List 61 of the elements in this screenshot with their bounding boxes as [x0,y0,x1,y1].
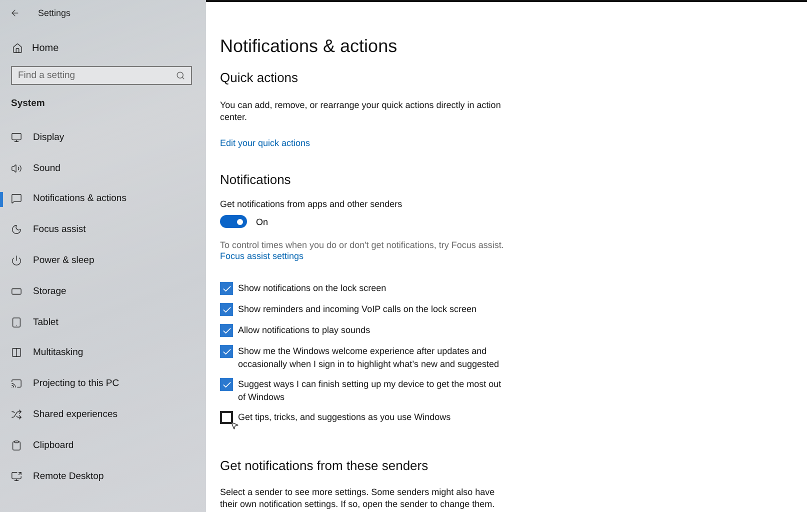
description-text: Select a sender to see more settings. Some senders might also have their own notification settings. If so, open the sender to change them. [220,486,496,510]
toggle-label: Get notifications from apps and other senders [220,198,404,210]
clipboard-icon [11,440,22,451]
checkbox[interactable] [220,282,233,295]
speaker-icon [11,162,22,174]
edit-quick-actions-link[interactable]: Edit your quick actions [220,138,310,148]
checkbox[interactable] [220,345,233,358]
toggle-state: On [256,216,268,226]
sidebar-item[interactable]: Shared experiences [0,399,206,430]
checkbox-label: Get tips, tricks, and suggestions as you use Windows [238,411,452,424]
power-icon [11,255,22,266]
window-title: Settings [38,8,71,18]
shuffle-icon [11,409,22,420]
search-field[interactable]: Find a setting [11,66,192,85]
checkbox[interactable] [220,303,233,316]
sidebar-item[interactable]: Power & sleep [0,245,206,276]
checkbox-label: Show notifications on the lock screen [238,282,388,294]
sidebar-item[interactable]: Tablet [0,306,206,338]
cast-icon [11,378,22,390]
moon-icon [11,224,22,236]
checkbox[interactable] [220,411,233,424]
section-heading: Quick actions [220,70,300,85]
checkbox-label: Allow notifications to play sounds [238,324,372,336]
description-text: You can add, remove, or rearrange your quick actions directly in action center. [220,99,502,123]
check-icon [222,380,232,390]
checkbox[interactable] [220,378,233,391]
notifications-toggle[interactable] [220,215,247,228]
cursor-icon [230,421,239,430]
sidebar-item[interactable]: Sound [0,152,206,184]
back-icon[interactable] [10,8,20,18]
sidebar-item[interactable]: Display [0,122,206,153]
rectangle-icon [11,286,22,297]
message-icon [11,193,22,204]
sidebar-item[interactable]: Clipboard [0,430,206,461]
check-icon [222,326,232,336]
monitor-icon [11,132,22,143]
sidebar-item[interactable]: Storage [0,276,206,307]
check-icon [222,346,232,356]
sidebar-item[interactable]: Projecting to this PC [0,368,206,400]
hint-text: To control times when you do or don't get notifications, try Focus assist. [220,239,505,251]
section-heading: Get notifications from these senders [220,458,430,473]
check-icon [222,284,232,294]
section-heading: Notifications [220,172,292,187]
section-heading: System [10,98,46,109]
checkbox-label: Show me the Windows welcome experience after updates and occasionally when I sign in to highlight what’s new and suggested [238,345,500,370]
check-icon [222,304,232,314]
columns-icon [11,347,22,358]
checkbox-label: Suggest ways I can finish setting up my device to get the most out of Windows [238,378,502,403]
sidebar-item[interactable]: Notifications & actions [0,184,206,214]
sidebar-item[interactable]: Remote Desktop [0,460,206,492]
checkbox-label: Show reminders and incoming VoIP calls on the lock screen [238,303,478,316]
search-icon [176,71,185,80]
sidebar-item[interactable]: Multitasking [0,338,206,368]
sidebar-item[interactable]: Focus assist [0,214,206,246]
checkbox[interactable] [220,324,233,337]
focus-assist-link[interactable]: Focus assist settings [220,251,304,261]
tablet-icon [11,316,22,328]
screen-share-icon [11,470,22,482]
page-title: Notifications & actions [220,36,398,57]
home-icon [12,42,23,54]
home-item[interactable]: Home [0,36,206,60]
